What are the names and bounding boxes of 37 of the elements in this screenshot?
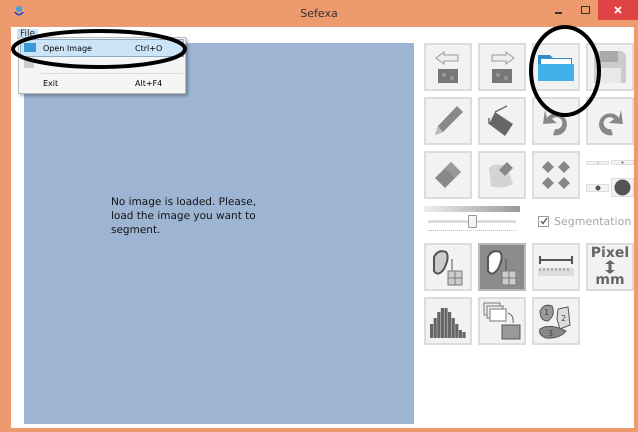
regions-button[interactable]: 1 2 3 xyxy=(532,297,580,345)
region-number: 2 xyxy=(561,314,566,323)
window-title: Sefexa xyxy=(300,7,338,20)
scatter-tool-button[interactable] xyxy=(532,151,580,199)
ruler-tool-button[interactable] xyxy=(532,243,580,291)
dot-icon xyxy=(614,179,631,196)
eraser-tool-button[interactable] xyxy=(424,151,472,199)
menu-item[interactable]: Exit Alt+F4 xyxy=(21,75,183,91)
app-logo-icon xyxy=(14,6,24,18)
dot-icon xyxy=(621,161,624,164)
empty-canvas-message: No image is loaded. Please, load the image you want to segment. xyxy=(111,194,258,236)
batch-tool-button[interactable] xyxy=(478,297,526,345)
pixel-to-mm-button[interactable]: Pixel mm xyxy=(586,243,634,291)
save-tool-button[interactable] xyxy=(586,43,634,91)
close-button[interactable] xyxy=(598,0,638,20)
maximize-icon xyxy=(580,6,590,14)
next-tool-button[interactable] xyxy=(478,43,526,91)
lasso-tool-button[interactable] xyxy=(424,243,472,291)
slider-thumb[interactable] xyxy=(468,215,477,228)
fill-tool-button[interactable] xyxy=(478,97,526,145)
folder-icon xyxy=(24,43,36,52)
pencil-tool-button[interactable] xyxy=(424,97,472,145)
lasso-tool-button[interactable] xyxy=(478,243,526,291)
region-number: 1 xyxy=(544,308,550,317)
prev-tool-button[interactable] xyxy=(424,43,472,91)
histogram-tool-button[interactable] xyxy=(424,297,472,345)
close-icon xyxy=(614,6,622,14)
smudge-tool-button[interactable] xyxy=(478,151,526,199)
menu-item[interactable]: Open Image Ctrl+O xyxy=(21,40,183,56)
region-number: 3 xyxy=(548,329,554,338)
open-tool-button[interactable] xyxy=(532,43,580,91)
redo-tool-button[interactable] xyxy=(586,97,634,145)
undo-tool-button[interactable] xyxy=(532,97,580,145)
dot-icon xyxy=(594,184,600,190)
segmentation-label: Segmentation xyxy=(554,214,632,228)
batch-images-icon xyxy=(482,301,522,341)
double-arrow-icon xyxy=(605,260,615,274)
